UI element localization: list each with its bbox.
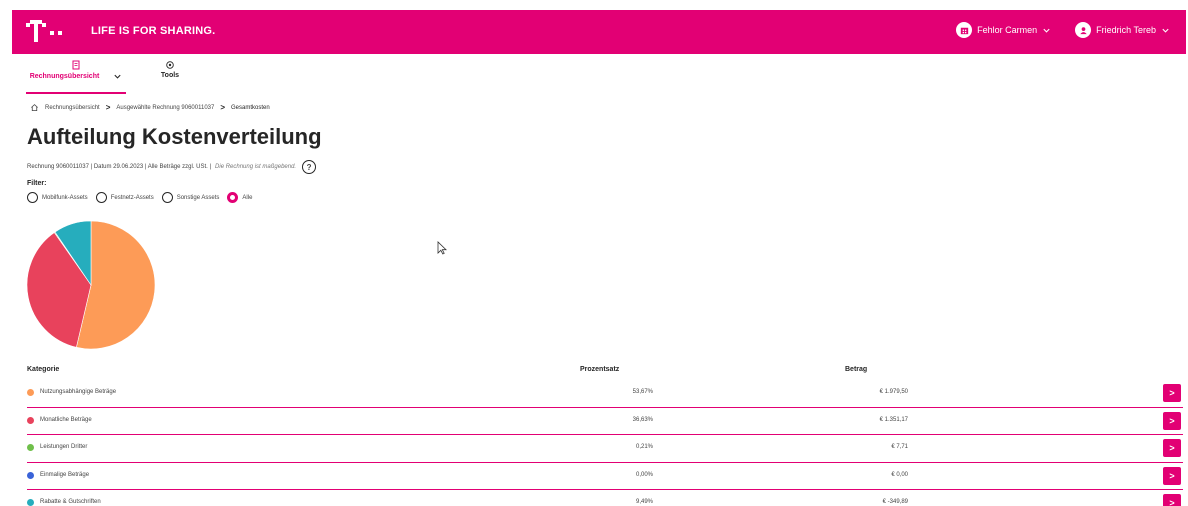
category-color-dot: [27, 416, 34, 424]
breadcrumb-separator: >: [105, 103, 111, 112]
row-percent: 53,67%: [632, 389, 653, 395]
chevron-down-icon[interactable]: [113, 72, 122, 81]
user-name: Friedrich Tereb: [1096, 25, 1156, 35]
category-color-dot: [27, 499, 34, 506]
table-row: Rabatte & Gutschriften 9,49% € -349,89 >: [27, 490, 1183, 506]
user-icon: [1075, 22, 1092, 38]
radio-label: Alle: [242, 194, 253, 201]
help-button[interactable]: ?: [302, 160, 317, 174]
row-amount: € 1.351,17: [879, 416, 908, 423]
top-nav: Fehlor Carmen Friedrich Tereb: [956, 22, 1170, 38]
brand-tagline: LIFE IS FOR SHARING.: [91, 25, 216, 37]
user-menu[interactable]: Friedrich Tereb: [1075, 22, 1170, 38]
radio-label: Sonstige Assets: [176, 194, 220, 201]
table-row: Einmalige Beträge 0,00% € 0,00 >: [27, 463, 1183, 490]
tab-tools[interactable]: Tools: [152, 60, 188, 79]
row-percent: 0,21%: [635, 444, 653, 450]
account-name: Fehlor Carmen: [977, 25, 1038, 35]
row-category: Rabatte & Gutschriften: [40, 499, 101, 505]
row-amount: € 7,71: [891, 444, 908, 450]
breadcrumb-separator: >: [220, 103, 226, 112]
row-category: Einmalige Beträge: [40, 471, 90, 478]
table-row: Leistungen Dritter 0,21% € 7,71 >: [27, 435, 1183, 463]
column-header-amount: Betrag: [845, 366, 868, 373]
row-detail-button[interactable]: >: [1163, 384, 1181, 402]
chevron-down-icon: [1162, 28, 1169, 33]
table-row: Nutzungsabhängige Beträge 53,67% € 1.979,5…: [27, 380, 1183, 408]
tab-rechnungsuebersicht[interactable]: Rechnungsübersicht: [26, 60, 126, 94]
page-title: Aufteilung Kostenverteilung: [27, 124, 322, 149]
table-body: Nutzungsabhängige Beträge 53,67% € 1.979,5…: [27, 380, 1183, 506]
row-amount: € 1.979,50: [879, 389, 908, 395]
radio-alle[interactable]: [227, 192, 239, 203]
row-detail-button[interactable]: >: [1163, 466, 1181, 485]
radio-festnetz[interactable]: [95, 192, 107, 203]
category-color-dot: [27, 471, 34, 479]
mouse-cursor-icon: [437, 241, 447, 255]
invoice-icon: [72, 60, 80, 70]
column-header-percent: Prozentsatz: [580, 366, 620, 373]
radio-label: Mobilfunk-Assets: [42, 194, 88, 201]
account-selector[interactable]: Fehlor Carmen: [956, 22, 1051, 38]
invoice-meta-note: Die Rechnung ist maßgebend.: [215, 164, 297, 170]
home-icon[interactable]: [30, 103, 39, 112]
building-icon: [956, 22, 973, 38]
column-header-category: Kategorie: [27, 366, 60, 373]
category-color-dot: [27, 444, 34, 451]
gear-icon: [166, 61, 174, 69]
row-amount: € -349,89: [882, 499, 908, 505]
row-detail-button[interactable]: >: [1163, 439, 1181, 457]
radio-label: Festnetz-Assets: [110, 194, 154, 201]
row-amount: € 0,00: [891, 471, 908, 478]
breadcrumb: Rechnungsübersicht > Ausgewählte Rechnun…: [30, 103, 270, 112]
row-percent: 0,00%: [635, 471, 653, 478]
telekom-logo[interactable]: [26, 19, 66, 45]
table-row: Monatliche Beträge 36,63% € 1.351,17 >: [27, 408, 1183, 435]
table-header: Kategorie Prozentsatz Betrag: [27, 364, 1183, 380]
breadcrumb-link[interactable]: Ausgewählte Rechnung 9060011037: [116, 105, 214, 111]
filter-label: Filter:: [27, 180, 47, 187]
row-category: Nutzungsabhängige Beträge: [40, 389, 117, 395]
cost-table: Kategorie Prozentsatz Betrag Nutzungsabh…: [27, 364, 1183, 506]
row-percent: 9,49%: [635, 499, 653, 505]
row-percent: 36,63%: [632, 416, 653, 423]
row-category: Leistungen Dritter: [40, 444, 88, 450]
top-header-bar: LIFE IS FOR SHARING. Fehlor Carmen Fried…: [12, 10, 1186, 54]
row-detail-button[interactable]: >: [1163, 494, 1181, 506]
cost-pie-chart: [26, 220, 156, 350]
breadcrumb-current: Gesamtkosten: [231, 104, 270, 111]
row-detail-button[interactable]: >: [1163, 411, 1181, 430]
radio-sonstige[interactable]: [161, 192, 173, 203]
invoice-meta-text: Rechnung 9060011037 | Datum 29.06.2023 |…: [27, 164, 212, 170]
chevron-down-icon: [1043, 28, 1050, 33]
row-category: Monatliche Beträge: [40, 416, 92, 423]
filter-radio-group: Mobilfunk-Assets Festnetz-Assets Sonstig…: [27, 192, 256, 203]
invoice-meta: Rechnung 9060011037 | Datum 29.06.2023 |…: [27, 160, 317, 174]
category-color-dot: [27, 389, 34, 396]
radio-mobilfunk[interactable]: [27, 192, 38, 203]
sub-navigation: Rechnungsübersicht Tools: [12, 54, 1186, 94]
breadcrumb-link[interactable]: Rechnungsübersicht: [45, 105, 100, 111]
tab-label: Rechnungsübersicht: [29, 73, 100, 80]
tab-label: Tools: [160, 72, 180, 79]
